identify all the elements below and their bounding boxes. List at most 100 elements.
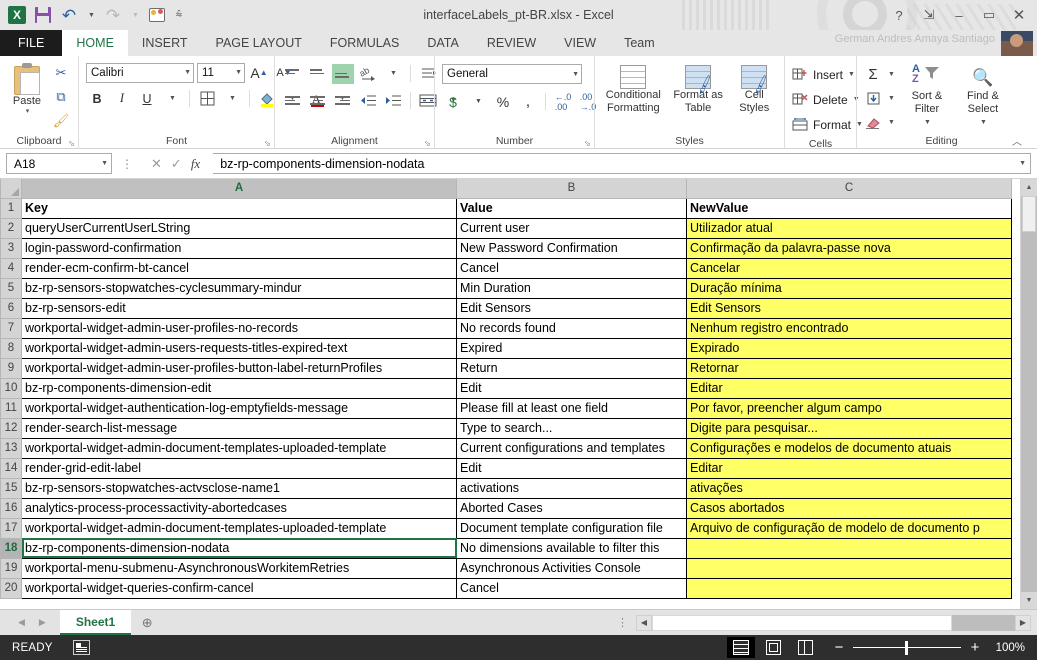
zoom-in-button[interactable]: + bbox=[969, 639, 981, 656]
vertical-scroll-thumb[interactable] bbox=[1022, 196, 1036, 232]
cell-B6[interactable]: Edit Sensors bbox=[456, 297, 687, 319]
touch-mode-icon[interactable] bbox=[144, 2, 170, 28]
table-row[interactable]: 13 workportal-widget-admin-document-templ… bbox=[0, 437, 1012, 459]
expand-formula-bar-icon[interactable]: ▼ bbox=[1019, 160, 1026, 167]
tab-insert[interactable]: INSERT bbox=[128, 30, 202, 56]
column-header-a[interactable]: A bbox=[21, 179, 457, 199]
format-painter-icon[interactable]: 🖌 bbox=[49, 110, 73, 132]
cell-C8[interactable]: Expirado bbox=[686, 337, 1012, 359]
row-header-11[interactable]: 11 bbox=[0, 397, 22, 419]
row-header-4[interactable]: 4 bbox=[0, 257, 22, 279]
tab-file[interactable]: FILE bbox=[0, 30, 63, 56]
maximize-icon[interactable]: ▭ bbox=[975, 3, 1003, 27]
undo-icon[interactable]: ↶ bbox=[56, 2, 82, 28]
insert-cells-button[interactable]: Insert ▼ bbox=[790, 62, 855, 87]
cell-C18[interactable] bbox=[686, 537, 1012, 559]
zoom-control[interactable]: − + bbox=[833, 639, 981, 656]
table-row[interactable]: 12 render-search-list-message Type to sear… bbox=[0, 417, 1012, 439]
cell-A7[interactable]: workportal-widget-admin-user-profiles-no… bbox=[21, 317, 457, 339]
cell-B2[interactable]: Current user bbox=[456, 217, 687, 239]
name-box-caret-icon[interactable]: ▼ bbox=[101, 160, 108, 167]
row-header-8[interactable]: 8 bbox=[0, 337, 22, 359]
fill-caret-icon[interactable]: ▼ bbox=[888, 95, 895, 102]
cell-A11[interactable]: workportal-widget-authentication-log-emp… bbox=[21, 397, 457, 419]
cell-A3[interactable]: login-password-confirmation bbox=[21, 237, 457, 259]
cell-B20[interactable]: Cancel bbox=[456, 577, 687, 599]
table-row[interactable]: 16 analytics-process-processactivity-abor… bbox=[0, 497, 1012, 519]
cell-C13[interactable]: Configurações e modelos de documento atu… bbox=[686, 437, 1012, 459]
cell-A2[interactable]: queryUserCurrentUserLString bbox=[21, 217, 457, 239]
row-header-7[interactable]: 7 bbox=[0, 317, 22, 339]
cell-B16[interactable]: Aborted Cases bbox=[456, 497, 687, 519]
cell-B13[interactable]: Current configurations and templates bbox=[456, 437, 687, 459]
formula-input[interactable]: bz-rp-components-dimension-nodata ▼ bbox=[213, 153, 1031, 174]
cell-B8[interactable]: Expired bbox=[456, 337, 687, 359]
row-header-19[interactable]: 19 bbox=[0, 557, 22, 579]
table-row[interactable]: 20 workportal-widget-queries-confirm-canc… bbox=[0, 577, 1012, 599]
cell-A16[interactable]: analytics-process-processactivity-aborte… bbox=[21, 497, 457, 519]
table-row[interactable]: 18 bz-rp-components-dimension-nodata No di… bbox=[0, 537, 1012, 559]
cancel-edit-icon[interactable]: ✕ bbox=[151, 156, 162, 172]
row-header-3[interactable]: 3 bbox=[0, 237, 22, 259]
table-row[interactable]: 17 workportal-widget-admin-document-templ… bbox=[0, 517, 1012, 539]
table-row[interactable]: 10 bz-rp-components-dimension-edit Edit Edi… bbox=[0, 377, 1012, 399]
row-header-16[interactable]: 16 bbox=[0, 497, 22, 519]
zoom-slider[interactable] bbox=[853, 640, 961, 655]
align-center-icon[interactable] bbox=[307, 91, 329, 111]
autosum-caret-icon[interactable]: ▼ bbox=[888, 71, 895, 78]
chevron-down-icon[interactable]: ▼ bbox=[568, 71, 579, 78]
vertical-scrollbar[interactable]: ▲ ▼ bbox=[1020, 179, 1037, 609]
cell-C14[interactable]: Editar bbox=[686, 457, 1012, 479]
accounting-caret-icon[interactable]: ▼ bbox=[467, 91, 489, 112]
row-header-10[interactable]: 10 bbox=[0, 377, 22, 399]
zoom-out-button[interactable]: − bbox=[833, 639, 845, 656]
alignment-dialog-launcher[interactable]: ⬂ bbox=[424, 139, 431, 148]
borders-caret-icon[interactable]: ▼ bbox=[221, 88, 243, 109]
font-name-combo[interactable]: Calibri ▼ bbox=[86, 62, 194, 83]
row-header-20[interactable]: 20 bbox=[0, 577, 22, 599]
horizontal-scroll-track[interactable] bbox=[652, 614, 1015, 631]
cell-B18[interactable]: No dimensions available to filter this bbox=[456, 537, 687, 559]
font-dialog-launcher[interactable]: ⬂ bbox=[264, 139, 271, 148]
cell-C17[interactable]: Arquivo de configuração de modelo de doc… bbox=[686, 517, 1012, 539]
name-box[interactable]: A18 ▼ bbox=[6, 153, 112, 174]
cell-B3[interactable]: New Password Confirmation bbox=[456, 237, 687, 259]
find-and-select-button[interactable]: 🔍 Find & Select ▼ bbox=[955, 62, 1011, 129]
sort-and-filter-button[interactable]: A Z Sort & Filter ▼ bbox=[899, 62, 955, 129]
number-format-combo[interactable]: General ▼ bbox=[442, 64, 582, 84]
zoom-slider-thumb[interactable] bbox=[905, 640, 908, 655]
sheet-tab-sheet1[interactable]: Sheet1 bbox=[59, 610, 132, 635]
confirm-edit-icon[interactable]: ✓ bbox=[171, 156, 182, 172]
tab-team[interactable]: Team bbox=[610, 30, 669, 56]
cell-C11[interactable]: Por favor, preencher algum campo bbox=[686, 397, 1012, 419]
cell-B1[interactable]: Value bbox=[456, 197, 687, 219]
table-row[interactable]: 15 bz-rp-sensors-stopwatches-actvsclose-n… bbox=[0, 477, 1012, 499]
accounting-format-icon[interactable]: $ bbox=[442, 91, 464, 112]
cell-B12[interactable]: Type to search... bbox=[456, 417, 687, 439]
cell-B11[interactable]: Please fill at least one field bbox=[456, 397, 687, 419]
cell-C15[interactable]: ativações bbox=[686, 477, 1012, 499]
cell-A10[interactable]: bz-rp-components-dimension-edit bbox=[21, 377, 457, 399]
table-row[interactable]: 8 workportal-widget-admin-users-requests-… bbox=[0, 337, 1012, 359]
row-header-9[interactable]: 9 bbox=[0, 357, 22, 379]
table-row[interactable]: 9 workportal-widget-admin-user-profiles-b… bbox=[0, 357, 1012, 379]
normal-view-button[interactable] bbox=[727, 637, 755, 658]
bold-button[interactable]: B bbox=[86, 88, 108, 109]
tab-view[interactable]: VIEW bbox=[550, 30, 610, 56]
conditional-formatting-button[interactable]: Conditional Formatting bbox=[600, 63, 667, 115]
clipboard-dialog-launcher[interactable]: ⬂ bbox=[68, 139, 75, 148]
table-row[interactable]: 3 login-password-confirmation New Password… bbox=[0, 237, 1012, 259]
cell-A17[interactable]: workportal-widget-admin-document-templat… bbox=[21, 517, 457, 539]
paste-button[interactable]: Paste ▾ bbox=[5, 59, 49, 115]
row-header-1[interactable]: 1 bbox=[0, 197, 22, 219]
align-left-icon[interactable] bbox=[282, 91, 304, 111]
cell-C16[interactable]: Casos abortados bbox=[686, 497, 1012, 519]
horizontal-scroll-thumb[interactable] bbox=[652, 614, 952, 631]
cell-A9[interactable]: workportal-widget-admin-user-profiles-bu… bbox=[21, 357, 457, 379]
redo-dropdown-caret-icon[interactable]: ▼ bbox=[126, 2, 144, 28]
underline-button[interactable]: U bbox=[136, 88, 158, 109]
vertical-scroll-track[interactable] bbox=[1021, 196, 1037, 592]
tab-page-layout[interactable]: PAGE LAYOUT bbox=[202, 30, 316, 56]
percent-style-icon[interactable]: % bbox=[492, 91, 514, 112]
italic-button[interactable]: I bbox=[111, 88, 133, 109]
